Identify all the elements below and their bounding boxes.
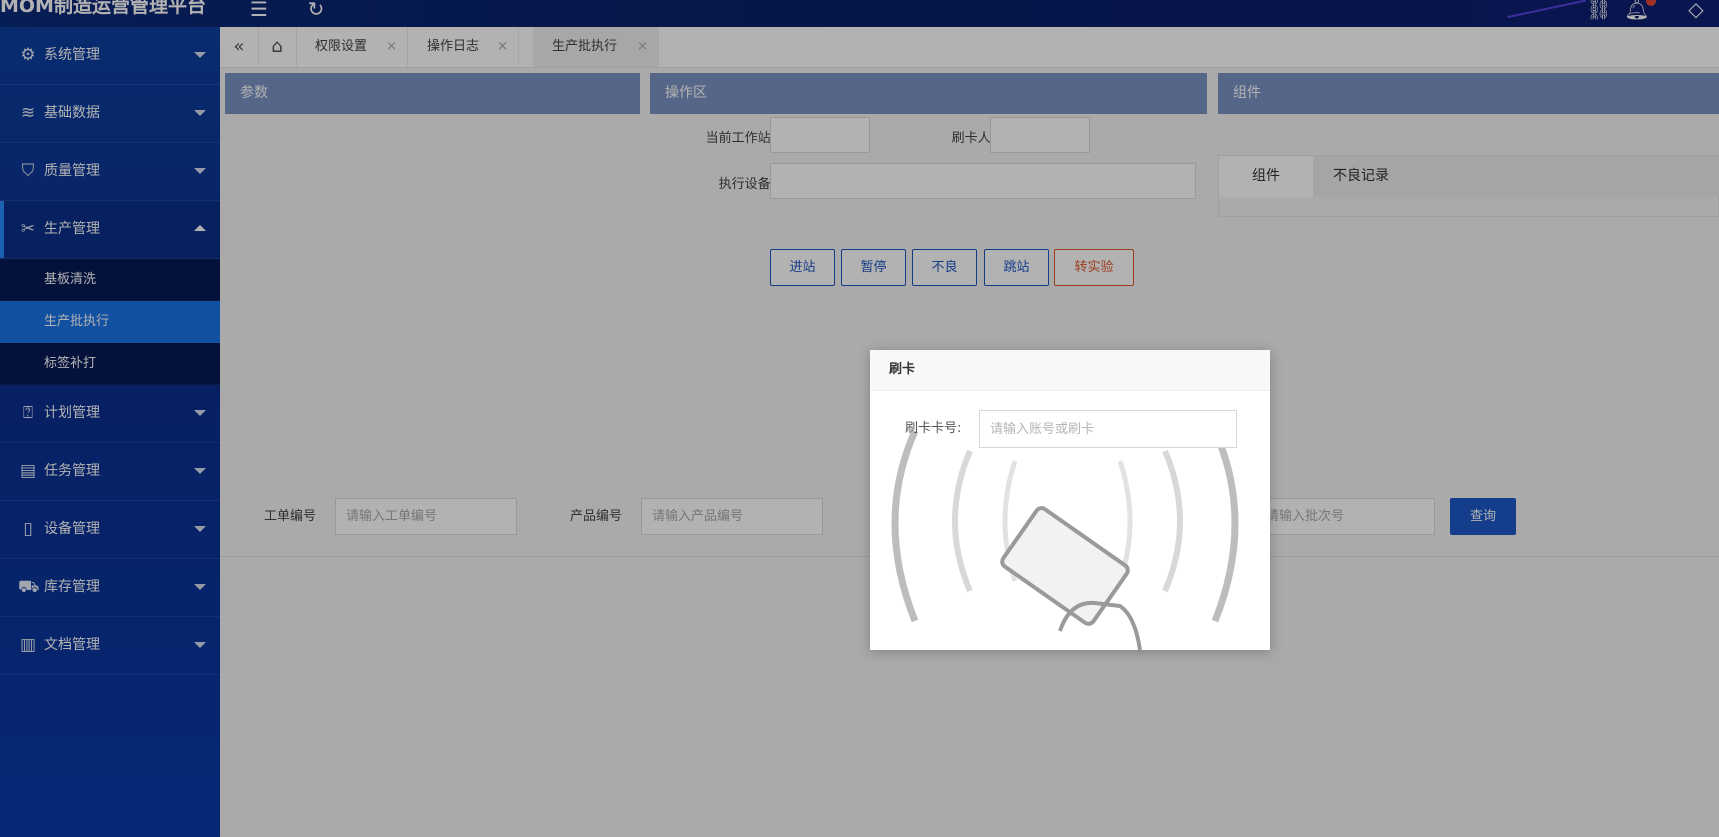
card-number-input[interactable] [979, 410, 1237, 448]
dialog-body: 刷卡卡号: [870, 391, 1270, 650]
modal-overlay[interactable] [0, 0, 1719, 837]
card-number-label: 刷卡卡号: [905, 421, 962, 436]
dialog-title: 刷卡 [889, 362, 916, 377]
dialog-header: 刷卡 [870, 350, 1270, 391]
card-swipe-dialog: 刷卡 刷卡卡号: [870, 350, 1270, 650]
